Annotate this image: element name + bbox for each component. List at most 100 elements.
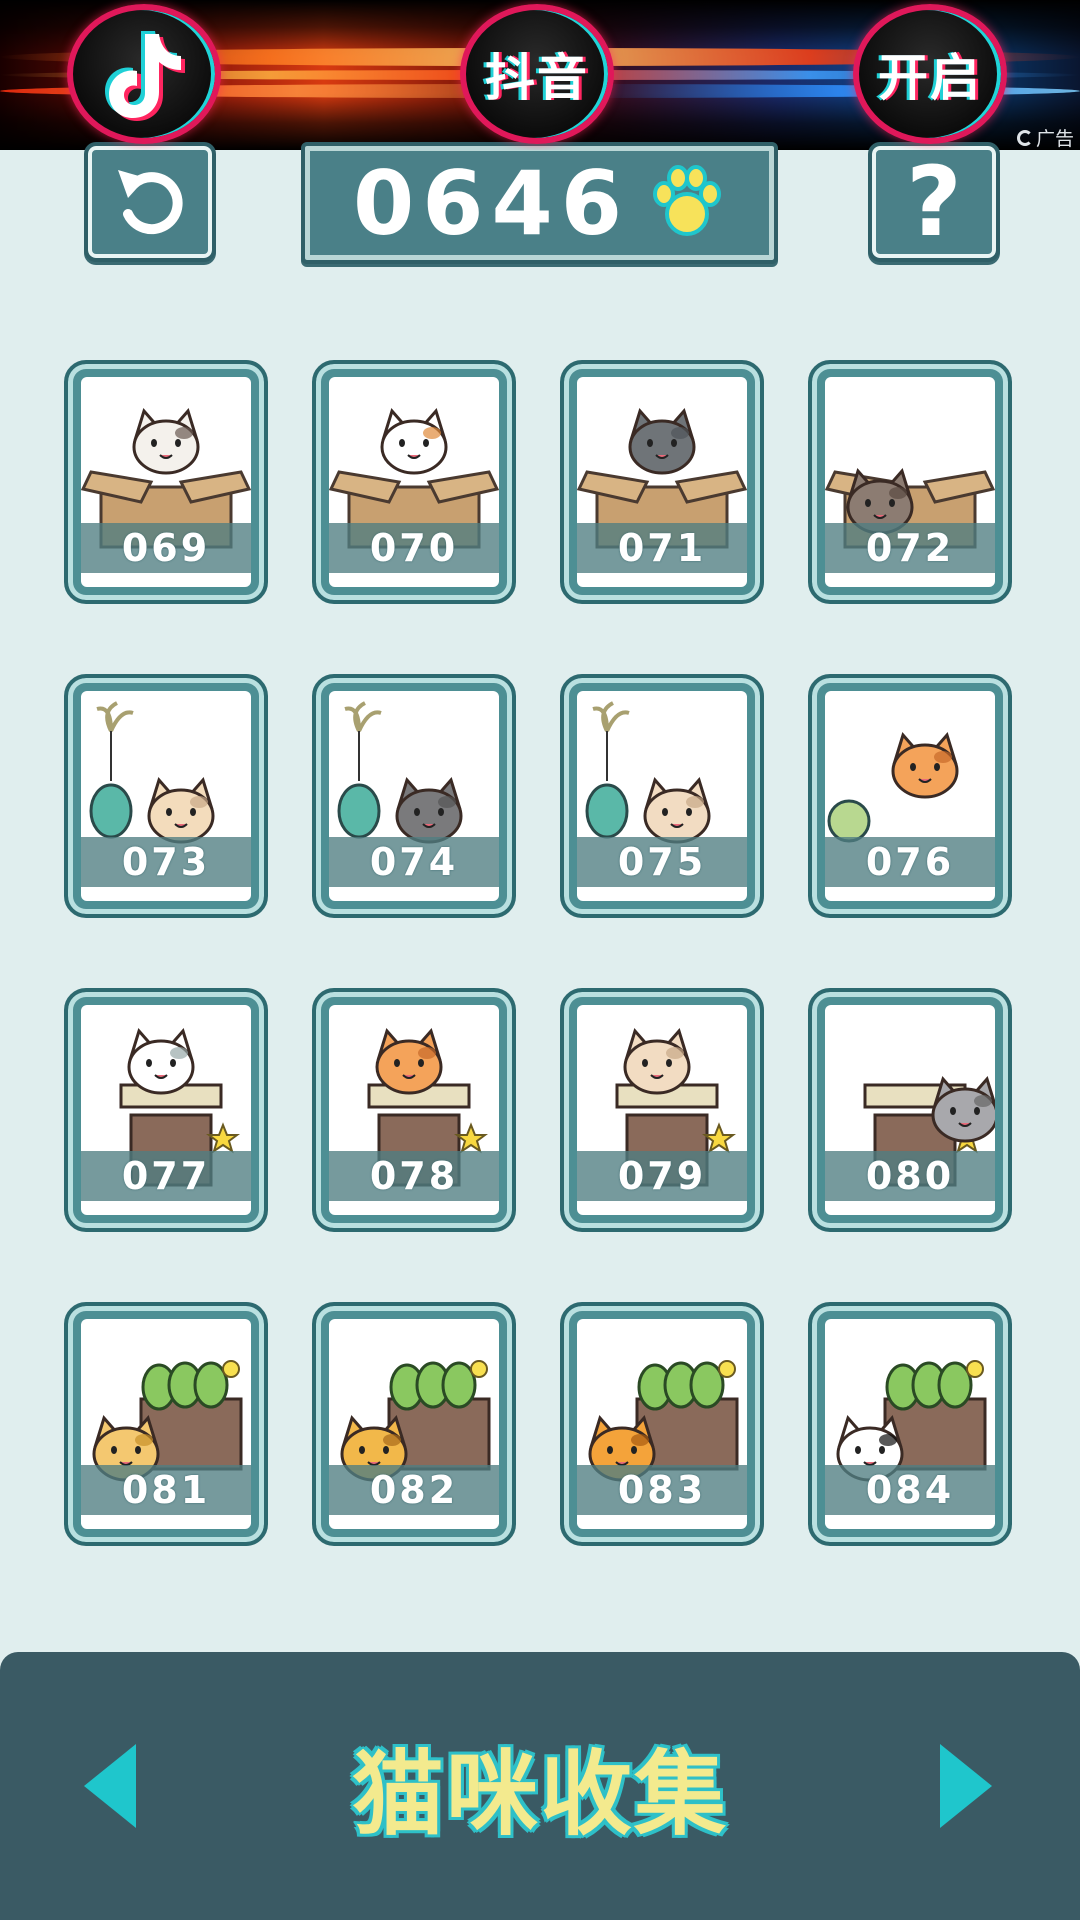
ball-toy bbox=[827, 799, 871, 843]
egg-toy bbox=[337, 701, 382, 839]
collection-card[interactable]: 075 bbox=[560, 674, 764, 918]
collection-card[interactable]: 084 bbox=[808, 1302, 1012, 1546]
back-button[interactable] bbox=[84, 142, 216, 262]
card-face: 078 bbox=[329, 1005, 499, 1215]
card-number-band: 078 bbox=[329, 1151, 499, 1201]
egg-toy bbox=[585, 701, 630, 839]
collection-card[interactable]: 072 bbox=[808, 360, 1012, 604]
cat-character bbox=[891, 731, 959, 799]
collection-card[interactable]: 082 bbox=[312, 1302, 516, 1546]
card-face: 080 bbox=[825, 1005, 995, 1215]
collection-card[interactable]: 080 bbox=[808, 988, 1012, 1232]
card-number: 080 bbox=[865, 1154, 955, 1198]
paw-icon bbox=[652, 165, 721, 236]
tiktok-logo-button[interactable] bbox=[67, 4, 221, 144]
card-face: 074 bbox=[329, 691, 499, 901]
card-number: 072 bbox=[865, 526, 955, 570]
tiktok-note-icon bbox=[105, 31, 185, 121]
next-page-button[interactable] bbox=[936, 1740, 996, 1832]
help-icon: ? bbox=[906, 146, 962, 258]
ad-info-icon bbox=[1016, 129, 1033, 146]
cat-character bbox=[931, 1075, 995, 1143]
collection-card[interactable]: 081 bbox=[64, 1302, 268, 1546]
collection-card[interactable]: 073 bbox=[64, 674, 268, 918]
card-face: 071 bbox=[577, 377, 747, 587]
card-number: 076 bbox=[865, 840, 955, 884]
card-number: 069 bbox=[121, 526, 211, 570]
cat-character bbox=[643, 776, 711, 844]
collection-card[interactable]: 074 bbox=[312, 674, 516, 918]
card-face: 077 bbox=[81, 1005, 251, 1215]
card-face: 072 bbox=[825, 377, 995, 587]
ad-label: 广告 bbox=[1016, 124, 1074, 150]
card-number-band: 079 bbox=[577, 1151, 747, 1201]
undo-arrow-icon bbox=[118, 170, 183, 235]
douyin-label: 抖音 bbox=[485, 49, 589, 107]
collection-card[interactable]: 071 bbox=[560, 360, 764, 604]
collection-card[interactable]: 078 bbox=[312, 988, 516, 1232]
card-number-band: 081 bbox=[81, 1465, 251, 1515]
card-face: 073 bbox=[81, 691, 251, 901]
cat-character bbox=[380, 407, 448, 475]
card-number: 083 bbox=[617, 1468, 707, 1512]
cat-character bbox=[127, 1027, 195, 1095]
card-face: 069 bbox=[81, 377, 251, 587]
title-banner: 猫咪收集 bbox=[330, 1730, 750, 1850]
cat-character bbox=[623, 1027, 691, 1095]
collection-card[interactable]: 077 bbox=[64, 988, 268, 1232]
triangle-right-icon bbox=[940, 1744, 992, 1828]
collection-card[interactable]: 076 bbox=[808, 674, 1012, 918]
prev-page-button[interactable] bbox=[80, 1740, 140, 1832]
card-number: 073 bbox=[121, 840, 211, 884]
card-number-band: 073 bbox=[81, 837, 251, 887]
card-face: 076 bbox=[825, 691, 995, 901]
help-button[interactable]: ? bbox=[868, 142, 1000, 262]
cat-character bbox=[395, 776, 463, 844]
card-face: 082 bbox=[329, 1319, 499, 1529]
card-number: 081 bbox=[121, 1468, 211, 1512]
card-number-band: 082 bbox=[329, 1465, 499, 1515]
card-number: 071 bbox=[617, 526, 707, 570]
triangle-left-icon bbox=[84, 1744, 136, 1828]
douyin-button[interactable]: 抖音 bbox=[460, 4, 614, 144]
open-label: 开启 bbox=[878, 49, 982, 107]
card-number: 084 bbox=[865, 1468, 955, 1512]
cat-character bbox=[628, 407, 696, 475]
card-number: 082 bbox=[369, 1468, 459, 1512]
card-number: 078 bbox=[369, 1154, 459, 1198]
card-number-band: 076 bbox=[825, 837, 995, 887]
ad-label-text: 广告 bbox=[1035, 128, 1074, 150]
card-number: 074 bbox=[369, 840, 459, 884]
card-number-band: 069 bbox=[81, 523, 251, 573]
egg-toy bbox=[89, 701, 134, 839]
card-face: 075 bbox=[577, 691, 747, 901]
card-number-band: 074 bbox=[329, 837, 499, 887]
score-panel: 0646 bbox=[301, 142, 778, 264]
card-number-band: 077 bbox=[81, 1151, 251, 1201]
cat-character bbox=[375, 1027, 443, 1095]
card-face: 079 bbox=[577, 1005, 747, 1215]
card-number: 070 bbox=[369, 526, 459, 570]
card-number: 079 bbox=[617, 1154, 707, 1198]
collection-card[interactable]: 070 bbox=[312, 360, 516, 604]
card-number-band: 080 bbox=[825, 1151, 995, 1201]
collection-card[interactable]: 069 bbox=[64, 360, 268, 604]
score-value: 0646 bbox=[353, 151, 630, 255]
card-number-band: 072 bbox=[825, 523, 995, 573]
collection-card[interactable]: 079 bbox=[560, 988, 764, 1232]
card-number-band: 070 bbox=[329, 523, 499, 573]
collection-card[interactable]: 083 bbox=[560, 1302, 764, 1546]
cat-character bbox=[132, 407, 200, 475]
card-face: 081 bbox=[81, 1319, 251, 1529]
card-number: 077 bbox=[121, 1154, 211, 1198]
card-number-band: 083 bbox=[577, 1465, 747, 1515]
card-face: 084 bbox=[825, 1319, 995, 1529]
ad-banner[interactable]: 抖音 开启 广告 bbox=[0, 0, 1080, 150]
cat-character bbox=[147, 776, 215, 844]
card-number-band: 084 bbox=[825, 1465, 995, 1515]
open-button[interactable]: 开启 bbox=[853, 4, 1007, 144]
card-face: 083 bbox=[577, 1319, 747, 1529]
page-title: 猫咪收集 bbox=[350, 1739, 728, 1850]
card-number-band: 075 bbox=[577, 837, 747, 887]
card-number-band: 071 bbox=[577, 523, 747, 573]
